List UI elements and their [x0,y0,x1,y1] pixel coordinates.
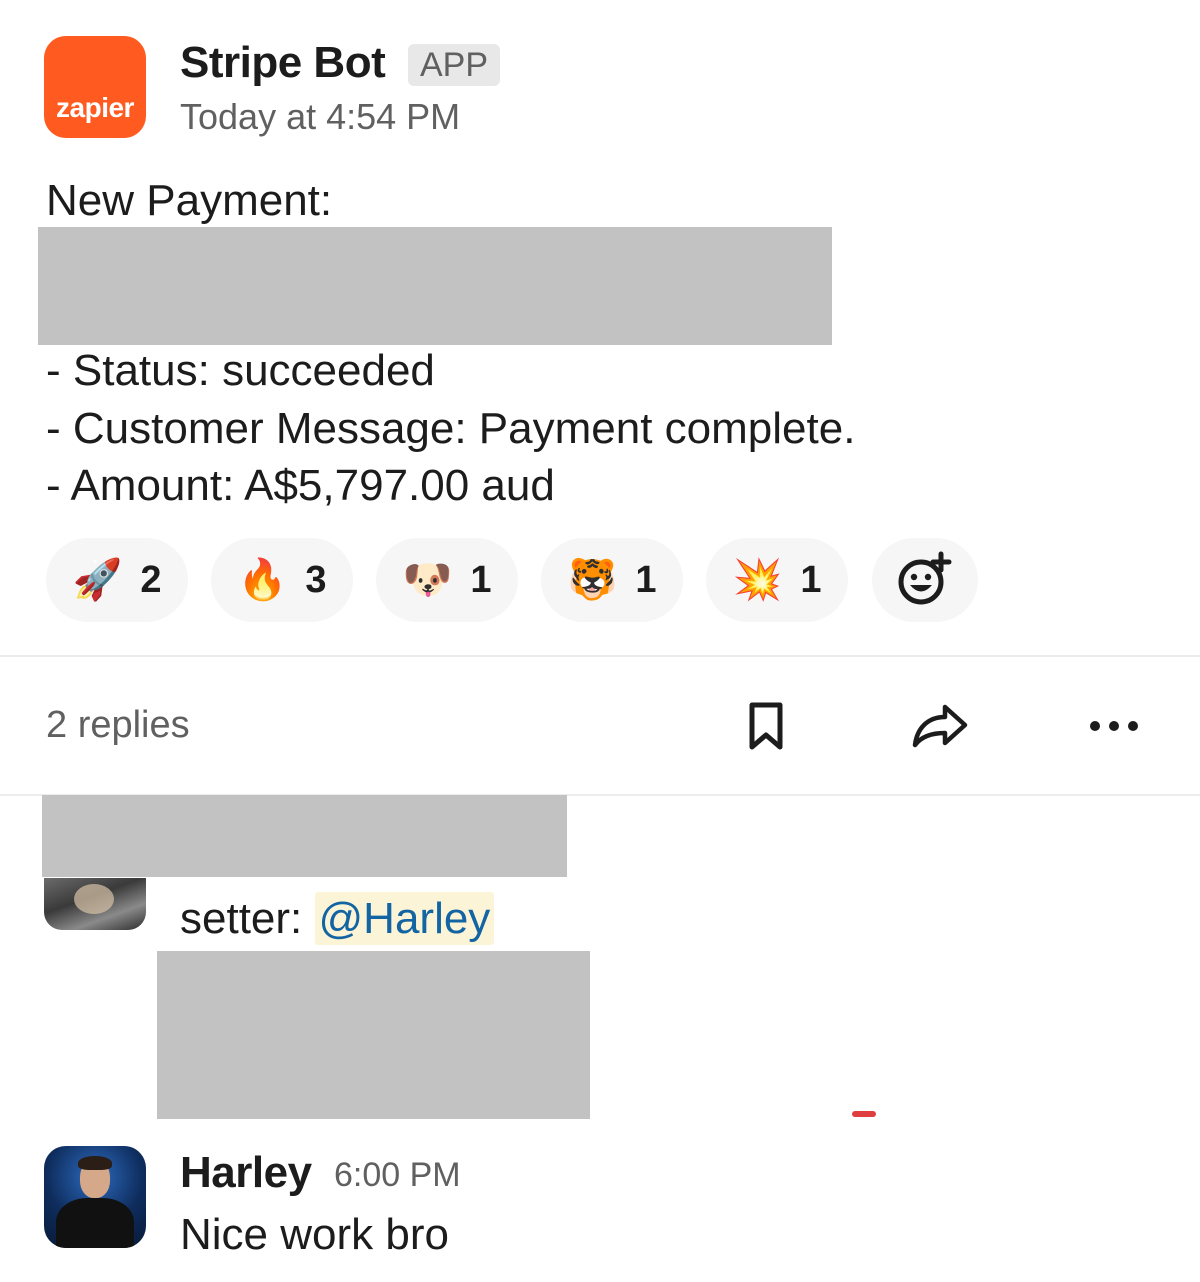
redacted-block [42,795,567,877]
reply-sender-name[interactable]: Harley [180,1148,312,1198]
reply-text: setter: [180,894,315,943]
message-timestamp[interactable]: Today at 4:54 PM [180,96,460,138]
reaction-count: 1 [635,558,657,601]
sender-name[interactable]: Stripe Bot [180,38,386,88]
more-icon [1090,721,1138,731]
reaction-tiger[interactable]: 🐯 1 [541,538,683,622]
message-title: New Payment: [46,176,333,225]
add-reaction-button[interactable] [872,538,978,622]
amount-line: - Amount: A$5,797.00 aud [46,461,555,510]
red-mark [852,1111,876,1117]
tiger-face-icon: 🐯 [567,558,618,602]
reaction-collision[interactable]: 💥 1 [706,538,848,622]
reaction-count: 2 [140,558,162,601]
status-line: - Status: succeeded [46,346,435,395]
more-actions-button[interactable] [1084,704,1144,748]
app-badge: APP [408,44,501,86]
reaction-count: 1 [470,558,492,601]
rocket-icon: 🚀 [72,558,123,602]
collision-icon: 💥 [732,558,783,602]
user-mention[interactable]: @Harley [314,892,495,945]
reply-message: setter: @Harley [180,892,495,945]
bookmark-button[interactable] [740,700,792,752]
add-reaction-icon [898,551,952,605]
divider [0,655,1200,657]
fire-icon: 🔥 [237,558,288,602]
reaction-count: 3 [305,558,327,601]
zapier-logo-text: zapier [56,92,134,123]
reaction-fire[interactable]: 🔥 3 [211,538,353,622]
avatar[interactable] [44,878,146,930]
redacted-block [157,951,590,1119]
share-icon [912,704,968,748]
dog-face-icon: 🐶 [402,558,453,602]
reply-timestamp[interactable]: 6:00 PM [334,1156,461,1195]
reaction-dog[interactable]: 🐶 1 [376,538,518,622]
reaction-rocket[interactable]: 🚀 2 [46,538,188,622]
customer-message-line: - Customer Message: Payment complete. [46,404,856,453]
share-button[interactable] [908,700,972,752]
reaction-count: 1 [800,558,822,601]
avatar[interactable] [44,1146,146,1248]
reply-text: Nice work bro [180,1210,449,1259]
bookmark-icon [749,702,783,750]
zapier-avatar[interactable]: zapier [44,36,146,138]
redacted-block [38,227,832,345]
replies-count-link[interactable]: 2 replies [46,704,190,747]
